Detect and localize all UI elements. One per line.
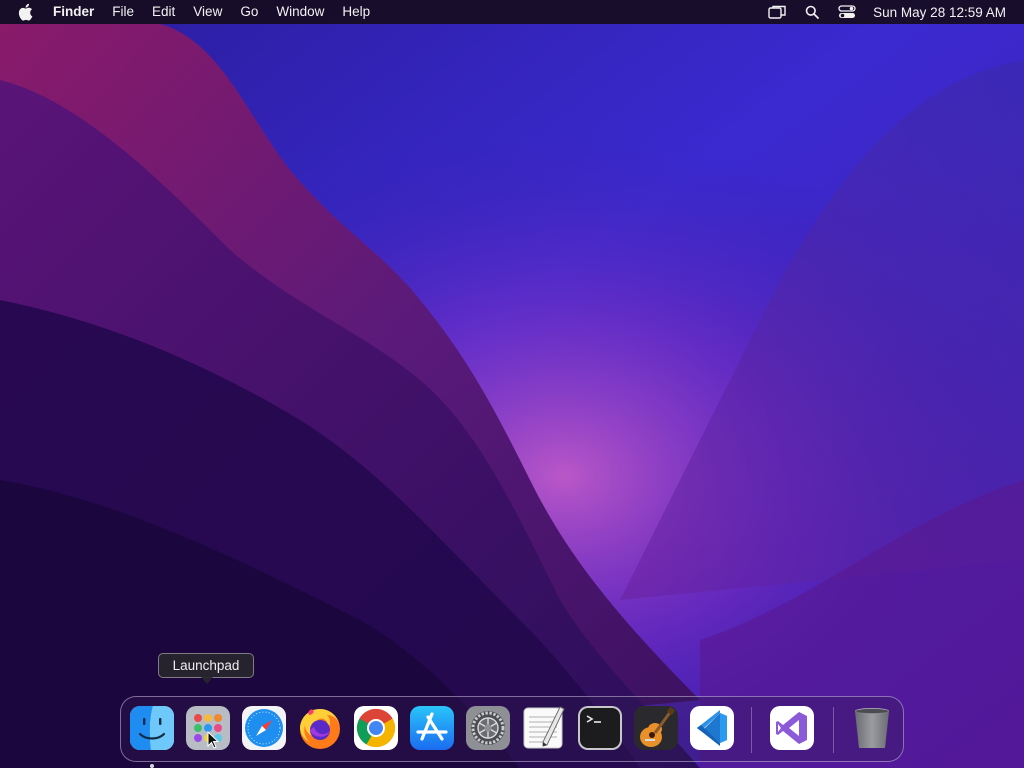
control-center-icon[interactable]	[837, 4, 857, 20]
menu-app-name[interactable]: Finder	[45, 0, 103, 24]
apple-logo-icon[interactable]	[17, 3, 35, 21]
safari-icon	[242, 706, 286, 750]
dock-separator-trash	[833, 707, 834, 753]
desktop-wallpaper	[0, 0, 1024, 768]
app-store-icon	[410, 706, 454, 750]
menu-file[interactable]: File	[103, 0, 143, 24]
dock-app-app-store[interactable]	[409, 705, 455, 751]
visual-studio-icon	[770, 706, 814, 750]
menu-help[interactable]: Help	[333, 0, 379, 24]
dock-app-visual-studio[interactable]	[769, 705, 815, 751]
dock-separator	[751, 707, 752, 753]
dock-app-finder[interactable]	[129, 705, 175, 768]
menu-view[interactable]: View	[184, 0, 231, 24]
dock-app-system-preferences[interactable]	[465, 705, 511, 751]
menu-bar: Finder File Edit View Go Window Help Sun…	[0, 0, 1024, 24]
spotlight-search-icon[interactable]	[802, 4, 822, 20]
trash-icon	[855, 708, 889, 748]
menu-edit[interactable]: Edit	[143, 0, 184, 24]
firefox-icon	[300, 709, 340, 749]
dock	[120, 696, 904, 768]
dock-tooltip-label: Launchpad	[172, 658, 240, 673]
dock-app-safari[interactable]	[241, 705, 287, 751]
dock-app-textedit[interactable]	[521, 705, 567, 751]
dock-app-terminal[interactable]	[577, 705, 623, 751]
dock-app-chrome[interactable]	[353, 705, 399, 751]
menu-go[interactable]: Go	[231, 0, 267, 24]
vscode-icon	[690, 706, 734, 750]
system-preferences-icon	[466, 706, 510, 750]
textedit-icon	[523, 706, 565, 749]
dock-tooltip: Launchpad	[158, 653, 254, 684]
dock-trash[interactable]	[849, 705, 895, 751]
chrome-icon	[354, 706, 398, 750]
dock-app-vscode[interactable]	[689, 705, 735, 751]
mouse-cursor	[207, 730, 220, 749]
menubar-clock[interactable]: Sun May 28 12:59 AM	[873, 5, 1006, 20]
finder-running-indicator	[150, 764, 154, 768]
menu-window[interactable]: Window	[267, 0, 333, 24]
finder-icon	[130, 706, 174, 750]
garageband-icon	[634, 706, 678, 750]
terminal-icon	[578, 706, 622, 750]
dock-app-firefox[interactable]	[297, 705, 343, 751]
dock-app-garageband[interactable]	[633, 705, 679, 751]
screen-mirroring-icon[interactable]	[767, 4, 787, 20]
